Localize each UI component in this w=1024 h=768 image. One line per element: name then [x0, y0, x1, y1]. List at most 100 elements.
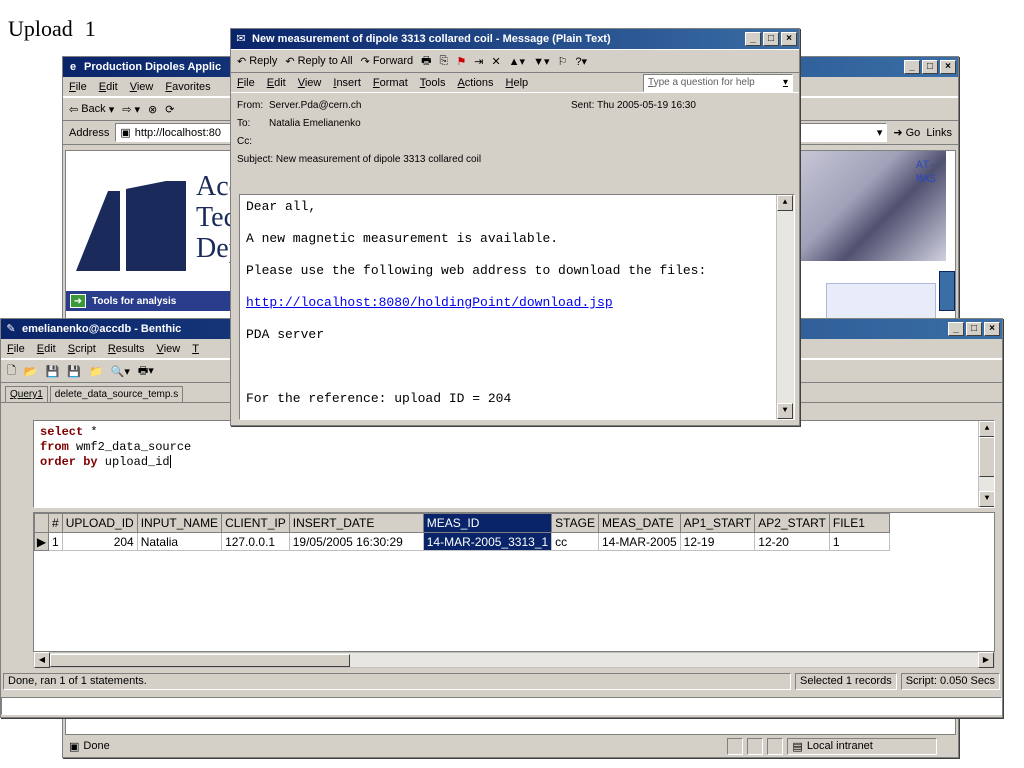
editor-scrollbar[interactable]: ▲ ▼: [978, 421, 994, 507]
minimize-button[interactable]: _: [904, 60, 920, 74]
minimize-button[interactable]: _: [745, 32, 761, 46]
table-cell-selected[interactable]: 14-MAR-2005_3313_1: [422, 532, 553, 551]
previous-icon[interactable]: ▲▾: [509, 55, 525, 68]
close-button[interactable]: ×: [940, 60, 956, 74]
message-window[interactable]: ✉ New measurement of dipole 3313 collare…: [230, 28, 800, 426]
maximize-button[interactable]: □: [966, 322, 982, 336]
table-cell[interactable]: cc: [551, 532, 599, 551]
move-icon[interactable]: ⇥: [474, 55, 483, 68]
results-grid[interactable]: # UPLOAD_ID INPUT_NAME CLIENT_IP INSERT_…: [33, 512, 995, 652]
links-button[interactable]: Links: [926, 127, 952, 139]
menu-results[interactable]: Results: [108, 343, 145, 355]
maximize-button[interactable]: □: [763, 32, 779, 46]
menu-format[interactable]: Format: [373, 77, 408, 89]
go-button[interactable]: ➜ Go: [893, 126, 920, 140]
menu-edit[interactable]: Edit: [99, 81, 118, 93]
results-hscrollbar[interactable]: ◀ ▶: [33, 652, 995, 668]
menu-file[interactable]: File: [237, 77, 255, 89]
open-folder-icon[interactable]: 📂: [24, 365, 38, 378]
menu-actions[interactable]: Actions: [457, 77, 493, 89]
address-book-icon[interactable]: ⚐: [558, 55, 568, 68]
scroll-down-icon[interactable]: ▼: [979, 491, 994, 507]
table-cell[interactable]: 12-20: [754, 532, 830, 551]
from-value[interactable]: Server.Pda@cern.ch: [269, 100, 361, 111]
column-header[interactable]: FILE1: [828, 513, 890, 533]
reply-button[interactable]: ↶ Reply: [237, 55, 277, 68]
tab-query1[interactable]: Query1: [5, 386, 48, 402]
menu-edit[interactable]: Edit: [267, 77, 286, 89]
table-cell[interactable]: Natalia: [136, 532, 223, 551]
column-header[interactable]: #: [48, 513, 63, 533]
close-button[interactable]: ×: [781, 32, 797, 46]
open-icon[interactable]: 📁: [89, 365, 103, 378]
column-header[interactable]: INSERT_DATE: [288, 513, 424, 533]
scroll-up-icon[interactable]: ▲: [979, 421, 994, 437]
chevron-down-icon[interactable]: ▾: [877, 126, 883, 139]
table-cell[interactable]: 12-19: [679, 532, 756, 551]
column-header[interactable]: STAGE: [551, 513, 599, 533]
back-button[interactable]: ⇦ Back ▾: [69, 103, 114, 116]
save-icon[interactable]: 💾: [46, 365, 60, 378]
column-header[interactable]: INPUT_NAME: [136, 513, 223, 533]
table-row[interactable]: ▶ 1 204 Natalia 127.0.0.1 19/05/2005 16:…: [34, 532, 890, 551]
message-body[interactable]: Dear all, A new magnetic measurement is …: [239, 194, 795, 420]
column-header[interactable]: AP1_START: [679, 513, 756, 533]
column-header[interactable]: AP2_START: [754, 513, 830, 533]
menu-view[interactable]: View: [298, 77, 322, 89]
flag-icon[interactable]: ⚑: [456, 55, 466, 68]
new-file-icon[interactable]: 🗋: [7, 362, 16, 381]
menu-file[interactable]: File: [69, 81, 87, 93]
close-button[interactable]: ×: [984, 322, 1000, 336]
message-scrollbar[interactable]: ▲ ▼: [776, 195, 794, 419]
delete-icon[interactable]: ✕: [491, 55, 500, 68]
next-icon[interactable]: ▼▾: [533, 55, 549, 68]
table-cell[interactable]: 127.0.0.1: [221, 532, 290, 551]
table-cell[interactable]: 1: [48, 532, 63, 551]
table-cell[interactable]: 204: [61, 532, 138, 551]
print-icon[interactable]: 🖶: [421, 52, 431, 71]
help-icon[interactable]: ?▾: [575, 55, 587, 68]
scroll-thumb[interactable]: [50, 654, 350, 667]
download-link[interactable]: http://localhost:8080/holdingPoint/downl…: [246, 295, 613, 310]
table-cell[interactable]: 19/05/2005 16:30:29: [288, 532, 424, 551]
print-icon[interactable]: 🖶▾: [138, 362, 154, 381]
sql-editor[interactable]: select * from wmf2_data_source order by …: [33, 420, 995, 508]
menu-tools[interactable]: Tools: [420, 77, 446, 89]
scroll-thumb[interactable]: [979, 437, 994, 477]
menu-help[interactable]: Help: [506, 77, 529, 89]
tab-delete-data-source[interactable]: delete_data_source_temp.s: [49, 386, 184, 402]
maximize-button[interactable]: □: [922, 60, 938, 74]
menu-view[interactable]: View: [157, 343, 181, 355]
scroll-down-icon[interactable]: ▼: [777, 403, 793, 419]
to-value[interactable]: Natalia Emelianenko: [269, 118, 361, 129]
table-cell[interactable]: 14-MAR-2005: [597, 532, 681, 551]
menu-insert[interactable]: Insert: [333, 77, 361, 89]
copy-icon[interactable]: ⎘: [440, 55, 449, 68]
menu-t[interactable]: T: [192, 343, 199, 355]
menu-file[interactable]: File: [7, 343, 25, 355]
scroll-up-icon[interactable]: ▲: [777, 195, 793, 211]
chevron-down-icon[interactable]: ▾: [783, 77, 788, 88]
forward-button[interactable]: ⇨ ▾: [122, 103, 140, 116]
forward-button[interactable]: ↷ Forward: [361, 55, 414, 68]
save-all-icon[interactable]: 💾: [67, 365, 81, 378]
message-titlebar[interactable]: ✉ New measurement of dipole 3313 collare…: [231, 29, 799, 49]
table-cell[interactable]: 1: [828, 532, 890, 551]
print-preview-icon[interactable]: 🔍▾: [111, 365, 130, 378]
help-search-input[interactable]: Type a question for help ▾: [643, 73, 793, 92]
menu-edit[interactable]: Edit: [37, 343, 56, 355]
stop-button[interactable]: ⊗: [148, 103, 157, 116]
column-header[interactable]: MEAS_DATE: [597, 513, 681, 533]
reply-all-button[interactable]: ↶ Reply to All: [285, 55, 352, 68]
scroll-left-icon[interactable]: ◀: [34, 652, 50, 668]
ie-scrollbar[interactable]: [939, 271, 955, 311]
column-header[interactable]: UPLOAD_ID: [61, 513, 138, 533]
menu-script[interactable]: Script: [68, 343, 96, 355]
column-header[interactable]: MEAS_ID: [422, 513, 553, 533]
minimize-button[interactable]: _: [948, 322, 964, 336]
refresh-button[interactable]: ⟳: [165, 103, 174, 116]
scroll-right-icon[interactable]: ▶: [978, 652, 994, 668]
menu-view[interactable]: View: [130, 81, 154, 93]
menu-favorites[interactable]: Favorites: [165, 81, 210, 93]
column-header[interactable]: CLIENT_IP: [221, 513, 290, 533]
